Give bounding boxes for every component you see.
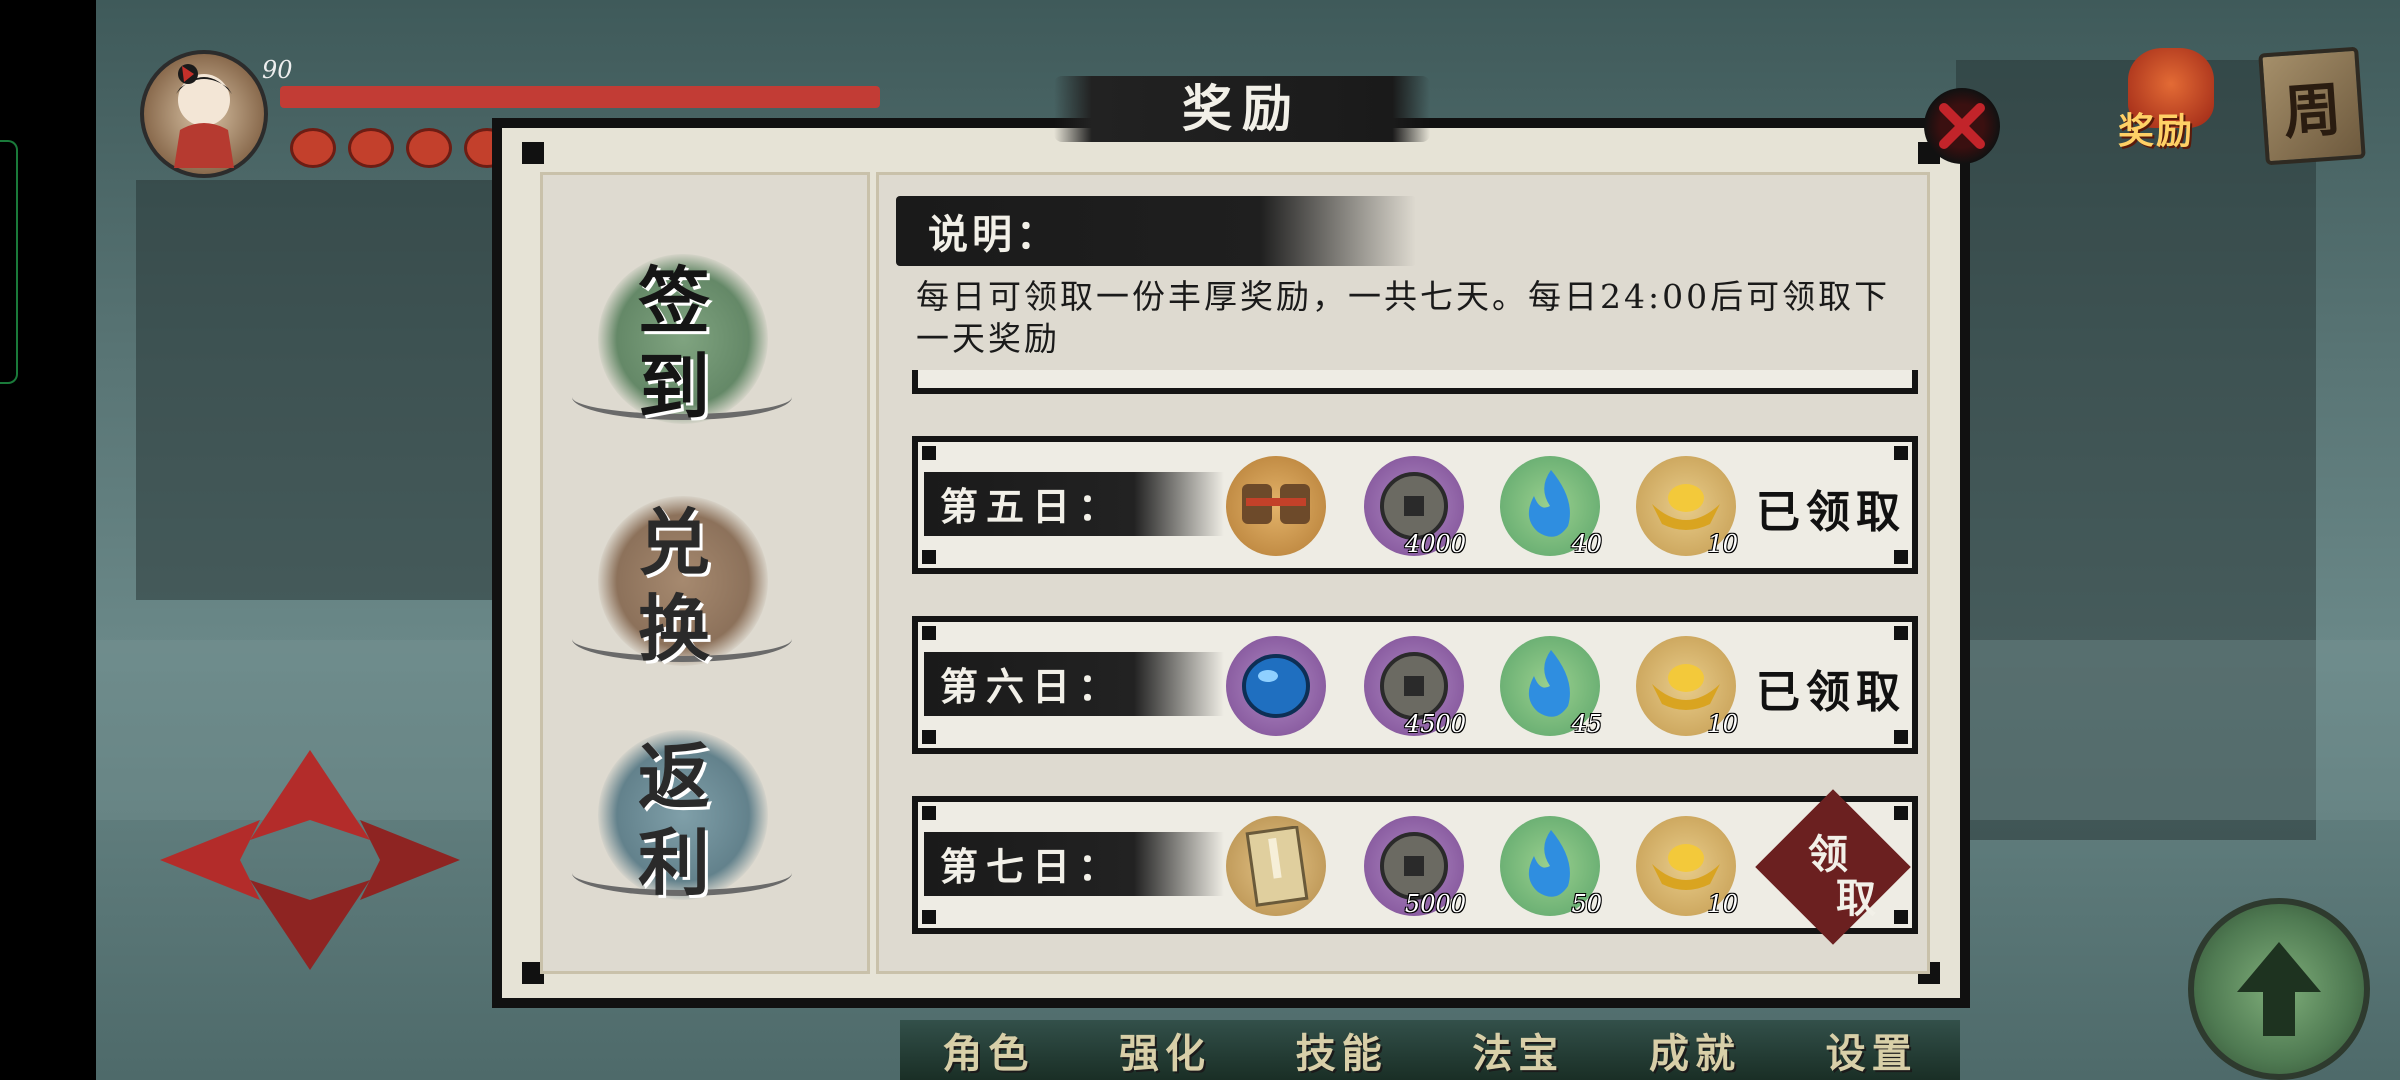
gold-ingot-icon[interactable]: 10: [1630, 450, 1742, 562]
dpad-control[interactable]: [140, 730, 480, 990]
blue-flame-icon[interactable]: 50: [1494, 810, 1606, 922]
close-button[interactable]: [1924, 88, 2000, 164]
coin-icon[interactable]: 4000: [1358, 450, 1470, 562]
tab-sign-in[interactable]: 签 到: [572, 224, 802, 444]
energy-orb: [406, 128, 452, 168]
nav-skill[interactable]: 技能: [1296, 1021, 1388, 1079]
nav-settings[interactable]: 设置: [1826, 1021, 1918, 1079]
bottom-nav: 角色 强化 技能 法宝 成就 设置: [900, 1020, 1960, 1080]
left-black-bar: [0, 0, 96, 1080]
gloves-icon[interactable]: [1220, 450, 1332, 562]
blue-flame-icon[interactable]: 45: [1494, 630, 1606, 742]
energy-orb: [290, 128, 336, 168]
claimed-status: 已领取: [1756, 487, 1906, 538]
reward-row-day6: 第六日： 4500 45 10 已领取: [912, 616, 1918, 754]
reward-button-label: 奖励: [2118, 110, 2195, 152]
close-icon: [1939, 103, 1985, 149]
claim-button[interactable]: 领 取: [1748, 789, 1912, 945]
gold-ingot-icon[interactable]: 10: [1630, 810, 1742, 922]
day-label: 第六日：: [940, 664, 1125, 709]
player-avatar[interactable]: [140, 50, 268, 178]
health-bar: [280, 86, 880, 108]
claimed-status: 已领取: [1756, 667, 1906, 718]
nav-achievement[interactable]: 成就: [1649, 1021, 1741, 1079]
row-partial-previous: [912, 370, 1918, 394]
tab-exchange[interactable]: 兑 换: [572, 466, 802, 686]
player-level: 90: [262, 56, 293, 84]
side-edge-indicator: [0, 140, 18, 384]
blue-gem-icon[interactable]: [1220, 630, 1332, 742]
modal-title: 奖励: [1182, 79, 1302, 138]
reward-button[interactable]: 奖励: [2114, 48, 2226, 158]
weekly-button[interactable]: 周: [2258, 46, 2366, 166]
coin-icon[interactable]: 4500: [1358, 630, 1470, 742]
book-icon[interactable]: [1220, 810, 1332, 922]
blue-flame-icon[interactable]: 40: [1494, 450, 1606, 562]
nav-enhance[interactable]: 强化: [1119, 1021, 1211, 1079]
reward-row-day5: 第五日： 4000 40 10 已领取: [912, 436, 1918, 574]
gold-ingot-icon[interactable]: 10: [1630, 630, 1742, 742]
jump-button[interactable]: [2188, 898, 2370, 1080]
info-label: 说明：: [928, 211, 1060, 258]
nav-role[interactable]: 角色: [942, 1021, 1034, 1079]
reward-row-day7: 第七日： 5000 50 10 领 取: [912, 789, 1918, 945]
day-label: 第七日：: [940, 844, 1125, 889]
energy-orbs: [290, 128, 510, 168]
tab-rebate[interactable]: 返 利: [572, 700, 802, 920]
info-text: 每日可领取一份丰厚奖励，一共七天。每日24:00后可领取下一天奖励: [916, 277, 1891, 358]
arrow-up-icon: [2237, 942, 2321, 1036]
day-label: 第五日：: [940, 484, 1125, 529]
energy-orb: [348, 128, 394, 168]
coin-icon[interactable]: 5000: [1358, 810, 1470, 922]
nav-treasure[interactable]: 法宝: [1472, 1021, 1564, 1079]
